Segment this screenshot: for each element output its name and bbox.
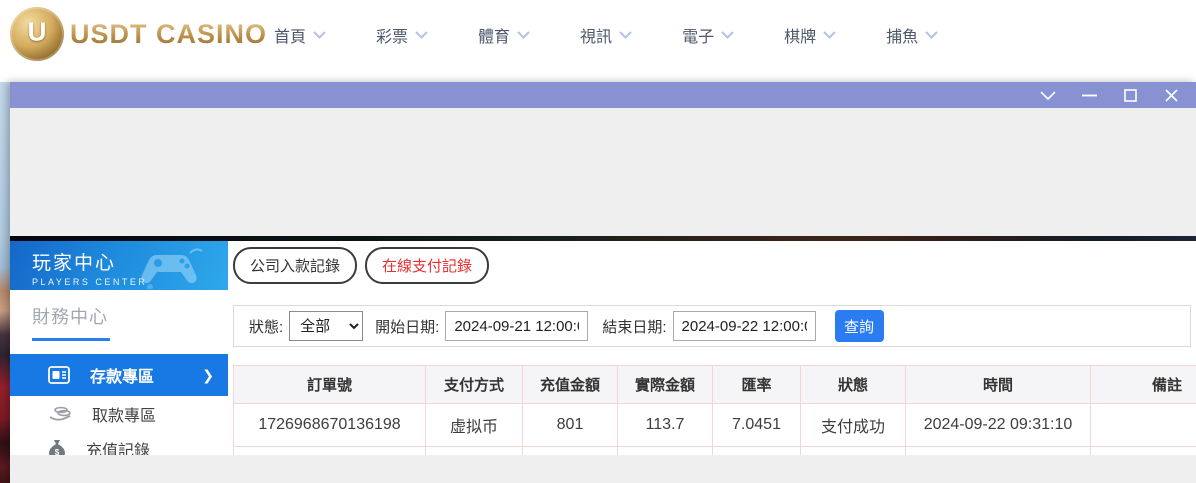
end-date-input[interactable] xyxy=(673,311,816,341)
section-title-finance: 財務中心 xyxy=(32,303,228,329)
col-recharge-amount: 充值金額 xyxy=(523,366,618,404)
col-time: 時間 xyxy=(906,366,1091,404)
tab-company-deposit-records[interactable]: 公司入款記錄 xyxy=(233,247,357,284)
gamepad-icon xyxy=(138,245,212,289)
window-footer xyxy=(10,455,1196,483)
filter-bar: 狀態: 全部 開始日期: 結束日期: 查詢 xyxy=(233,305,1191,347)
cell-time: 2024-09-22 09:31:10 xyxy=(906,404,1091,447)
nav-label: 視訊 xyxy=(580,23,612,47)
status-select[interactable]: 全部 xyxy=(289,311,363,341)
table-row: 1726968670136198 虚拟币 801 113.7 7.0451 支付… xyxy=(234,404,1196,447)
window-empty-area xyxy=(10,108,1196,236)
sidebar-menu: 存款專區 ❯ 取款專區 xyxy=(10,354,228,466)
chevron-down-icon xyxy=(721,31,734,39)
sidebar-header: 玩家中心 PLAYERS CENTER xyxy=(10,241,228,290)
start-date-input[interactable] xyxy=(445,311,588,341)
table-header-row: 訂單號 支付方式 充值金額 實際金額 匯率 狀態 時間 備註 xyxy=(234,366,1196,404)
nav-label: 體育 xyxy=(478,23,510,47)
page: U USDT CASINO 首頁 彩票 體育 視訊 電子 xyxy=(0,0,1196,483)
minimize-icon[interactable] xyxy=(1076,86,1102,104)
col-order-number: 訂單號 xyxy=(234,366,426,404)
nav-label: 捕魚 xyxy=(886,23,918,47)
player-center-sidebar: 玩家中心 PLAYERS CENTER 財務中心 xyxy=(10,241,228,455)
nav-item-video[interactable]: 視訊 xyxy=(580,23,632,47)
nav-item-lottery[interactable]: 彩票 xyxy=(376,23,428,47)
sidebar-item-deposit[interactable]: 存款專區 ❯ xyxy=(10,354,228,396)
window-titlebar xyxy=(10,82,1196,108)
chevron-down-icon xyxy=(619,31,632,39)
sidebar-item-label: 取款專區 xyxy=(92,402,156,426)
chevron-down-icon xyxy=(823,31,836,39)
nav-item-sports[interactable]: 體育 xyxy=(478,23,530,47)
tab-online-payment-records[interactable]: 在線支付記錄 xyxy=(365,247,489,284)
nav-label: 棋牌 xyxy=(784,23,816,47)
nav-label: 首頁 xyxy=(274,23,306,47)
main-nav: 首頁 彩票 體育 視訊 電子 棋牌 xyxy=(274,0,938,70)
nav-item-electronic[interactable]: 電子 xyxy=(682,23,734,47)
col-exchange-rate: 匯率 xyxy=(713,366,801,404)
chevron-down-icon xyxy=(313,31,326,39)
chevron-down-icon xyxy=(517,31,530,39)
sidebar-item-label: 存款專區 xyxy=(90,363,154,387)
logo-text: USDT CASINO xyxy=(70,19,267,50)
sidebar-item-withdraw[interactable]: 取款專區 xyxy=(10,396,228,431)
cell-status: 支付成功 xyxy=(801,404,906,447)
records-table: 訂單號 支付方式 充值金額 實際金額 匯率 狀態 時間 備註 xyxy=(233,365,1196,455)
status-label: 狀態: xyxy=(249,316,283,337)
col-payment-method: 支付方式 xyxy=(426,366,523,404)
cell-recharge-amount: 801 xyxy=(523,404,618,447)
withdraw-icon xyxy=(48,405,72,422)
nav-label: 電子 xyxy=(682,23,714,47)
record-tabs: 公司入款記錄 在線支付記錄 xyxy=(233,247,489,284)
search-button[interactable]: 查詢 xyxy=(835,310,884,342)
section-underline xyxy=(32,338,110,341)
logo-letter: U xyxy=(28,17,47,48)
chevron-right-icon: ❯ xyxy=(202,367,214,384)
cell-remark xyxy=(1091,404,1196,447)
start-date-label: 開始日期: xyxy=(375,316,439,337)
nav-item-chess[interactable]: 棋牌 xyxy=(784,23,836,47)
close-icon[interactable] xyxy=(1158,86,1184,104)
end-date-label: 結束日期: xyxy=(602,316,666,337)
nav-label: 彩票 xyxy=(376,23,408,47)
cell-payment-method: 虚拟币 xyxy=(426,404,523,447)
chevron-down-icon xyxy=(925,31,938,39)
top-navbar: U USDT CASINO 首頁 彩票 體育 視訊 電子 xyxy=(0,0,1196,70)
logo-emblem-icon: U xyxy=(10,7,64,61)
collapse-icon[interactable] xyxy=(1035,86,1061,104)
col-actual-amount: 實際金額 xyxy=(618,366,713,404)
records-table-wrap: 訂單號 支付方式 充值金額 實際金額 匯率 狀態 時間 備註 xyxy=(233,365,1196,455)
maximize-icon[interactable] xyxy=(1117,86,1143,104)
cell-exchange-rate: 7.0451 xyxy=(713,404,801,447)
player-center-window: 玩家中心 PLAYERS CENTER 財務中心 xyxy=(10,82,1196,483)
col-remark: 備註 xyxy=(1091,366,1196,404)
chevron-down-icon xyxy=(415,31,428,39)
table-row-partial xyxy=(234,447,1196,456)
nav-item-fishing[interactable]: 捕魚 xyxy=(886,23,938,47)
cell-actual-amount: 113.7 xyxy=(618,404,713,447)
col-status: 狀態 xyxy=(801,366,906,404)
nav-item-home[interactable]: 首頁 xyxy=(274,23,326,47)
cell-order-number: 1726968670136198 xyxy=(234,404,426,447)
deposit-icon xyxy=(48,366,70,384)
site-logo[interactable]: U USDT CASINO xyxy=(10,7,267,61)
records-panel: 公司入款記錄 在線支付記錄 狀態: 全部 開始日期: 結束日期: 查詢 xyxy=(228,241,1196,455)
